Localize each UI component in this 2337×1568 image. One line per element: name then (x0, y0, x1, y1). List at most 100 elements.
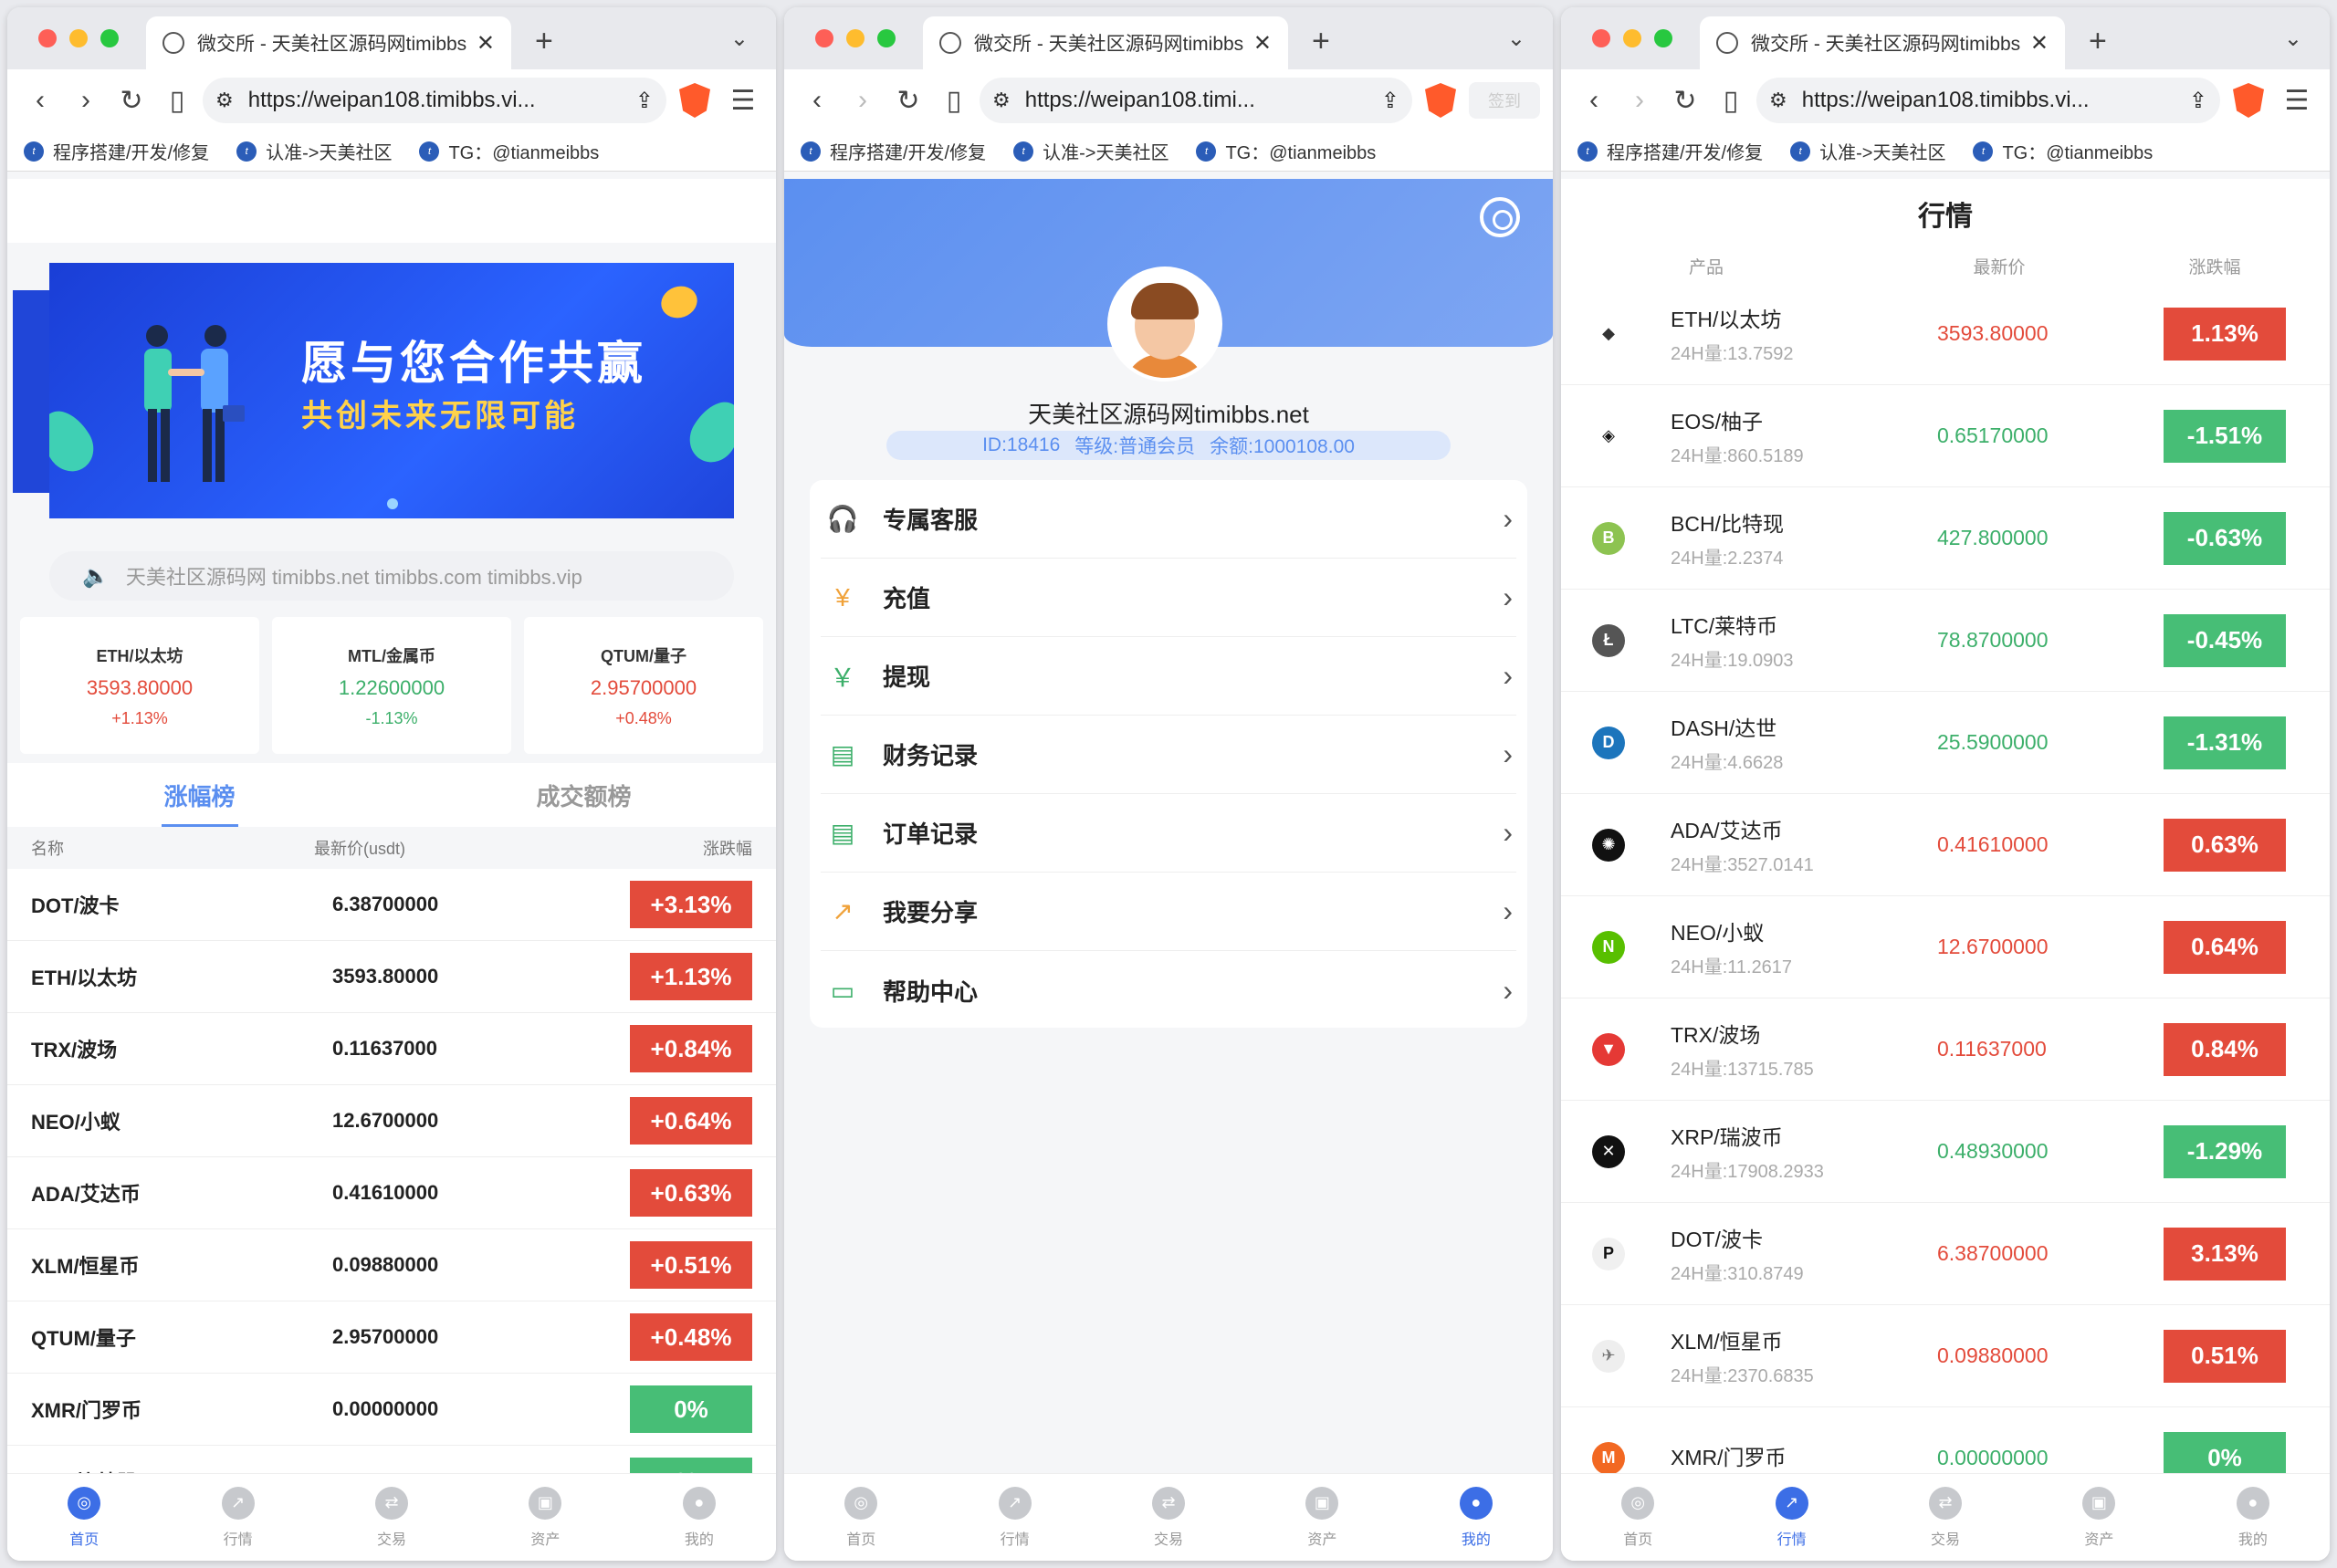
table-row[interactable]: Ł LTC/莱特币 24H量:19.0903 78.8700000 -0.45% (1561, 590, 2330, 692)
nav-mine[interactable]: ● 我的 (1399, 1474, 1553, 1561)
nav-market[interactable]: ↗ 行情 (161, 1474, 314, 1561)
bookmark-item[interactable]: t 程序搭建/开发/修复 (24, 138, 209, 164)
brave-shield-icon[interactable] (1425, 83, 1456, 118)
nav-home[interactable]: ◎ 首页 (7, 1474, 161, 1561)
reload-button[interactable]: ↻ (1665, 80, 1705, 120)
site-settings-icon[interactable]: ⚙ (1769, 89, 1787, 112)
maximize-window-button[interactable] (100, 29, 119, 47)
browser-tab[interactable]: 微交所 - 天美社区源码网timibbs ✕ (146, 16, 511, 69)
brave-shield-icon[interactable] (2233, 83, 2264, 118)
table-row[interactable]: XMR/门罗币 0.00000000 0% (7, 1374, 776, 1446)
menu-item[interactable]: ￥ 提现 › (821, 637, 1516, 716)
bookmark-icon[interactable]: ▯ (157, 80, 197, 120)
nav-market[interactable]: ↗ 行情 (938, 1474, 1091, 1561)
table-row[interactable]: P DOT/波卡 24H量:310.8749 6.38700000 3.13% (1561, 1203, 2330, 1305)
table-row[interactable]: ETH/以太坊 3593.80000 +1.13% (7, 941, 776, 1013)
back-button[interactable]: ‹ (1574, 80, 1614, 120)
minimize-window-button[interactable] (846, 29, 865, 47)
menu-item[interactable]: 🎧 专属客服 › (821, 480, 1516, 559)
bookmark-item[interactable]: t TG：@tianmeibbs (1973, 138, 2153, 164)
close-window-button[interactable] (38, 29, 57, 47)
close-window-button[interactable] (815, 29, 833, 47)
nav-home[interactable]: ◎ 首页 (1561, 1474, 1714, 1561)
url-field[interactable]: ⚙ https://weipan108.timibbs.vi... ⇪ (1756, 78, 2220, 123)
back-button[interactable]: ‹ (20, 80, 60, 120)
forward-button[interactable]: › (66, 80, 106, 120)
nav-assets[interactable]: ▣ 资产 (1245, 1474, 1399, 1561)
promo-banner[interactable]: 愿与您合作共赢 共创未来无限可能 (49, 263, 734, 518)
table-row[interactable]: ✕ XRP/瑞波币 24H量:17908.2933 0.48930000 -1.29% (1561, 1101, 2330, 1203)
menu-item[interactable]: ↗ 我要分享 › (821, 873, 1516, 951)
brave-shield-icon[interactable] (679, 83, 710, 118)
tab-list-chevron-icon[interactable]: ⌄ (2284, 26, 2302, 52)
new-tab-button[interactable]: + (2089, 24, 2107, 59)
share-icon[interactable]: ⇪ (635, 88, 654, 114)
close-tab-icon[interactable]: ✕ (1253, 30, 1272, 57)
table-row[interactable]: B BCH/比特现 24H量:2.2374 427.800000 -0.63% (1561, 487, 2330, 590)
bookmark-item[interactable]: t 认准->天美社区 (1013, 138, 1168, 164)
menu-icon[interactable]: ☰ (723, 80, 763, 120)
table-row[interactable]: ◆ ETH/以太坊 24H量:13.7592 3593.80000 1.13% (1561, 283, 2330, 385)
carousel-indicator[interactable] (387, 498, 398, 509)
forward-button[interactable]: › (1619, 80, 1660, 120)
table-row[interactable]: NEO/小蚁 12.6700000 +0.64% (7, 1085, 776, 1157)
nav-assets[interactable]: ▣ 资产 (468, 1474, 622, 1561)
minimize-window-button[interactable] (69, 29, 88, 47)
site-settings-icon[interactable]: ⚙ (215, 89, 234, 112)
tab-list-chevron-icon[interactable]: ⌄ (1507, 26, 1525, 52)
extension-button[interactable]: 签到 (1469, 82, 1540, 119)
menu-item[interactable]: ▤ 订单记录 › (821, 794, 1516, 873)
table-row[interactable]: QTUM/量子 2.95700000 +0.48% (7, 1301, 776, 1374)
url-field[interactable]: ⚙ https://weipan108.timi... ⇪ (980, 78, 1412, 123)
notice-bar[interactable]: 🔈 天美社区源码网 timibbs.net timibbs.com timibb… (49, 551, 734, 601)
share-icon[interactable]: ⇪ (1381, 88, 1399, 114)
reload-button[interactable]: ↻ (888, 80, 928, 120)
table-row[interactable]: ✺ ADA/艾达币 24H量:3527.0141 0.41610000 0.63% (1561, 794, 2330, 896)
nav-trade[interactable]: ⇄ 交易 (1092, 1474, 1245, 1561)
table-row[interactable]: N NEO/小蚁 24H量:11.2617 12.6700000 0.64% (1561, 896, 2330, 998)
table-row[interactable]: ▼ TRX/波场 24H量:13715.785 0.11637000 0.84% (1561, 998, 2330, 1101)
ticker-card[interactable]: QTUM/量子 2.95700000 +0.48% (524, 617, 763, 754)
ticker-card[interactable]: MTL/金属币 1.22600000 -1.13% (272, 617, 511, 754)
nav-market[interactable]: ↗ 行情 (1714, 1474, 1868, 1561)
close-window-button[interactable] (1592, 29, 1610, 47)
bookmark-item[interactable]: t 认准->天美社区 (1790, 138, 1945, 164)
settings-gear-icon[interactable] (1480, 197, 1520, 237)
nav-assets[interactable]: ▣ 资产 (2022, 1474, 2175, 1561)
table-row[interactable]: D DASH/达世 24H量:4.6628 25.5900000 -1.31% (1561, 692, 2330, 794)
table-row[interactable]: ADA/艾达币 0.41610000 +0.63% (7, 1157, 776, 1229)
nav-trade[interactable]: ⇄ 交易 (1869, 1474, 2022, 1561)
menu-item[interactable]: ▭ 帮助中心 › (821, 951, 1516, 1030)
menu-item[interactable]: ¥ 充值 › (821, 559, 1516, 637)
menu-icon[interactable]: ☰ (2277, 80, 2317, 120)
close-tab-icon[interactable]: ✕ (2030, 30, 2049, 57)
avatar[interactable] (1111, 270, 1219, 378)
nav-mine[interactable]: ● 我的 (623, 1474, 776, 1561)
bookmark-item[interactable]: t TG：@tianmeibbs (419, 138, 599, 164)
maximize-window-button[interactable] (877, 29, 896, 47)
close-tab-icon[interactable]: ✕ (477, 30, 495, 57)
back-button[interactable]: ‹ (797, 80, 837, 120)
bookmark-item[interactable]: t TG：@tianmeibbs (1196, 138, 1376, 164)
nav-trade[interactable]: ⇄ 交易 (315, 1474, 468, 1561)
browser-tab[interactable]: 微交所 - 天美社区源码网timibbs ✕ (1700, 16, 2065, 69)
table-row[interactable]: ✈ XLM/恒星币 24H量:2370.6835 0.09880000 0.51% (1561, 1305, 2330, 1407)
menu-item[interactable]: ▤ 财务记录 › (821, 716, 1516, 794)
nav-home[interactable]: ◎ 首页 (784, 1474, 938, 1561)
table-row[interactable]: DOT/波卡 6.38700000 +3.13% (7, 869, 776, 941)
table-row[interactable]: XLM/恒星币 0.09880000 +0.51% (7, 1229, 776, 1301)
reload-button[interactable]: ↻ (111, 80, 152, 120)
tab-list-chevron-icon[interactable]: ⌄ (730, 26, 749, 52)
bookmark-item[interactable]: t 认准->天美社区 (236, 138, 392, 164)
bookmark-item[interactable]: t 程序搭建/开发/修复 (801, 138, 986, 164)
bookmark-icon[interactable]: ▯ (1711, 80, 1751, 120)
share-icon[interactable]: ⇪ (2189, 88, 2207, 114)
nav-mine[interactable]: ● 我的 (2176, 1474, 2330, 1561)
bookmark-icon[interactable]: ▯ (934, 80, 974, 120)
tab-gainers[interactable]: 涨幅榜 (7, 763, 392, 827)
bookmark-item[interactable]: t 程序搭建/开发/修复 (1577, 138, 1763, 164)
maximize-window-button[interactable] (1654, 29, 1672, 47)
table-row[interactable]: ◈ EOS/柚子 24H量:860.5189 0.65170000 -1.51% (1561, 385, 2330, 487)
new-tab-button[interactable]: + (1312, 24, 1330, 59)
site-settings-icon[interactable]: ⚙ (992, 89, 1011, 112)
